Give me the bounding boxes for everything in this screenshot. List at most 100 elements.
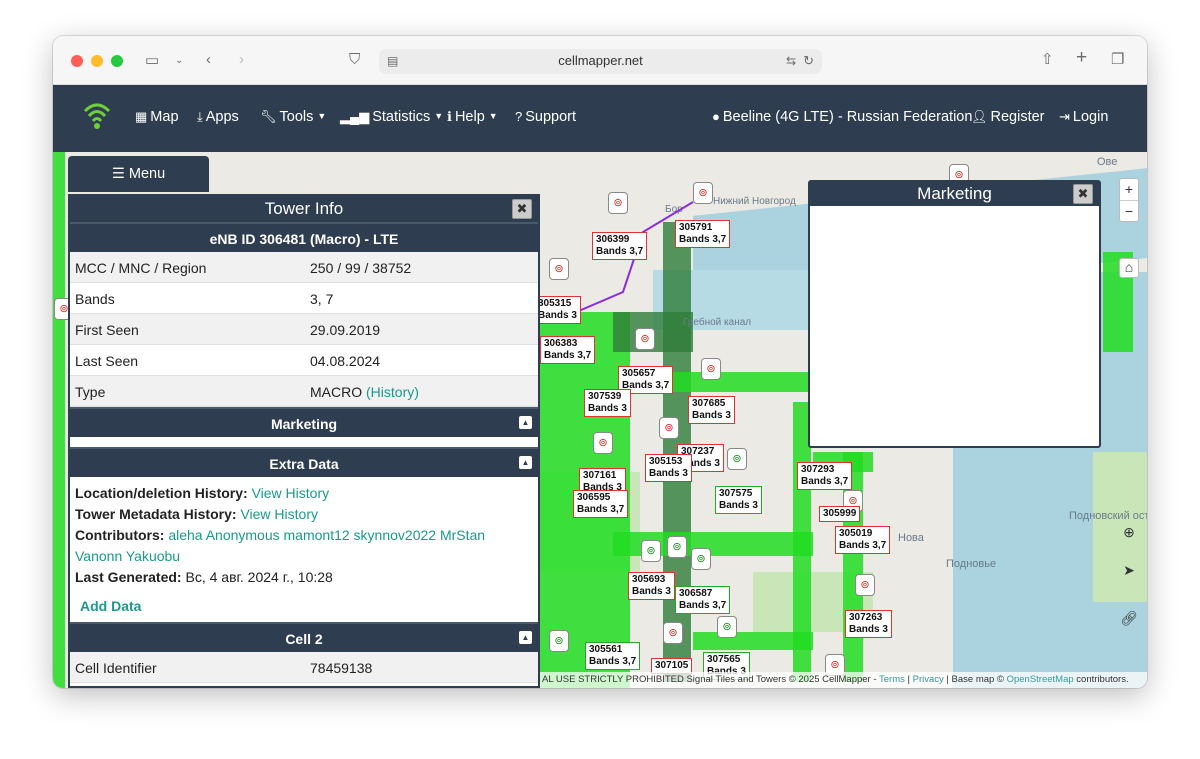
browser-window: ▭ ⌄ ‹ › ⛉ ▤ cellmapper.net ⇆ ↻ ⇧ + ❐ ▦ Ma… — [53, 36, 1147, 688]
tower-label[interactable]: 307263 Bands 3 — [845, 610, 892, 638]
add-data-button[interactable]: Add Data — [70, 592, 538, 622]
home-icon[interactable]: ⌂ — [1119, 258, 1139, 278]
cellmapper-logo-icon[interactable] — [83, 101, 111, 131]
locate-arrow-icon[interactable]: ➤ — [1119, 562, 1139, 582]
privacy-link[interactable]: Privacy — [913, 674, 944, 685]
nav-register[interactable]: 👤︎ Register — [971, 109, 1045, 125]
type-history-link[interactable]: (History) — [366, 384, 419, 400]
nav-map[interactable]: ▦ Map — [135, 109, 179, 125]
nav-tools[interactable]: 🔧︎ Tools ▼ — [260, 109, 326, 125]
minimize-window-button[interactable] — [91, 55, 103, 67]
close-window-button[interactable] — [71, 55, 83, 67]
tower-label[interactable]: 307685 Bands 3 — [688, 396, 735, 424]
terms-link[interactable]: Terms — [879, 674, 905, 685]
tower-pin[interactable]: ⊚ — [608, 192, 628, 214]
sidebar-icon[interactable]: ▭ — [145, 52, 159, 70]
link-icon[interactable]: 🔗︎ — [1119, 610, 1139, 630]
tower-label[interactable]: 305019 Bands 3,7 — [835, 526, 891, 554]
nav-help[interactable]: ℹ Help ▼ — [447, 109, 498, 125]
shield-icon[interactable]: ⛉ — [349, 51, 360, 69]
collapse-icon[interactable]: ▲ — [519, 631, 532, 644]
tower-label[interactable]: 305153 Bands 3 — [645, 454, 692, 482]
nav-network-selector[interactable]: ● Beeline (4G LTE) - Russian Federation — [712, 109, 972, 125]
tower-label[interactable]: 306399 Bands 3,7 — [592, 232, 648, 260]
sign-in-icon: ⇥ — [1059, 109, 1070, 124]
map-label: Ове — [1097, 156, 1118, 168]
signal-bars-icon: ▂▄▆ — [340, 109, 370, 124]
share-icon[interactable]: ⇧ — [1041, 51, 1054, 69]
tower-pin[interactable]: ⊚ — [635, 328, 655, 350]
tower-label[interactable]: 305561 Bands 3,7 — [585, 642, 641, 670]
tower-label[interactable]: 305315 Bands 3 — [535, 296, 581, 324]
tower-label[interactable]: 305999 — [819, 506, 861, 522]
collapse-icon[interactable]: ▲ — [519, 416, 532, 429]
tower-pin[interactable]: ⊚ — [593, 432, 613, 454]
zoom-search-icon[interactable]: ⊕ — [1119, 524, 1139, 544]
tower-pin[interactable]: ⊚ — [691, 548, 711, 570]
tower-label[interactable]: 307539 Bands 3 — [584, 389, 631, 417]
caret-down-icon: ▼ — [434, 111, 444, 121]
extra-data-section-header[interactable]: Extra Data ▲ — [70, 447, 538, 477]
tower-label[interactable]: 306383 Bands 3,7 — [540, 336, 596, 364]
zoom-control: + − — [1119, 178, 1139, 222]
location-history-link[interactable]: View History — [252, 485, 330, 501]
metadata-history-link[interactable]: View History — [240, 506, 318, 522]
tower-label[interactable]: 306595 Bands 3,7 — [573, 490, 629, 518]
osm-link[interactable]: OpenStreetMap — [1007, 674, 1074, 685]
browser-toolbar: ▭ ⌄ ‹ › ⛉ ▤ cellmapper.net ⇆ ↻ ⇧ + ❐ — [53, 36, 1147, 85]
nav-login[interactable]: ⇥ Login — [1059, 109, 1108, 125]
chevron-down-icon[interactable]: ⌄ — [175, 52, 183, 70]
map-label: Подновский остров — [1069, 510, 1147, 522]
question-icon: ? — [515, 109, 523, 124]
reload-icon[interactable]: ↻ — [803, 52, 814, 70]
nav-statistics[interactable]: ▂▄▆ Statistics ▼ — [340, 109, 443, 125]
tower-label[interactable]: 305791 Bands 3,7 — [675, 220, 731, 248]
tabs-overview-icon[interactable]: ❐ — [1111, 51, 1124, 69]
tower-label[interactable]: 307293 Bands 3,7 — [797, 462, 853, 490]
tower-pin[interactable]: ⊚ — [701, 358, 721, 380]
close-icon[interactable]: ✖ — [1073, 184, 1093, 204]
new-tab-icon[interactable]: + — [1076, 48, 1087, 67]
tower-pin[interactable]: ⊚ — [549, 630, 569, 652]
map-icon: ▦ — [135, 109, 148, 124]
tower-info-title: Tower Info ✖ — [70, 196, 538, 222]
tower-info-panel: Tower Info ✖ eNB ID 306481 (Macro) - LTE… — [68, 194, 540, 688]
wrench-icon: 🔧︎ — [260, 109, 277, 124]
menu-button[interactable]: ☰ Menu — [68, 156, 209, 192]
marketing-title: Marketing ✖ — [810, 182, 1099, 206]
info-row: Bands 3, 7 — [70, 283, 538, 314]
tower-pin[interactable]: ⊚ — [641, 540, 661, 562]
back-icon[interactable]: ‹ — [206, 51, 211, 69]
forward-icon[interactable]: › — [239, 51, 244, 69]
cell-row: Cell Identifier 78459138 — [70, 652, 538, 683]
tower-pin[interactable]: ⊚ — [659, 417, 679, 439]
tower-pin[interactable]: ⊚ — [667, 536, 687, 558]
tower-pin[interactable]: ⊚ — [717, 616, 737, 638]
zoom-out-button[interactable]: − — [1120, 200, 1138, 221]
coverage-tile — [53, 152, 65, 688]
collapse-icon[interactable]: ▲ — [519, 456, 532, 469]
translate-icon[interactable]: ⇆ — [786, 52, 796, 70]
info-icon: ℹ — [447, 109, 452, 124]
zoom-in-button[interactable]: + — [1120, 179, 1138, 200]
nav-support[interactable]: ? Support — [515, 109, 576, 125]
caret-down-icon: ▼ — [488, 111, 498, 121]
zoom-window-button[interactable] — [111, 55, 123, 67]
tower-label[interactable]: 305693 Bands 3 — [628, 572, 675, 600]
site-navbar: ▦ Map ⤓ Apps 🔧︎ Tools ▼ ▂▄▆ Statistics ▼ ℹ Help… — [53, 85, 1147, 152]
tower-pin[interactable]: ⊚ — [549, 258, 569, 280]
nav-apps[interactable]: ⤓ Apps — [197, 109, 239, 125]
marketing-section-header[interactable]: Marketing ▲ — [70, 407, 538, 437]
close-icon[interactable]: ✖ — [512, 199, 532, 219]
user-plus-icon: 👤︎ — [971, 109, 988, 124]
address-bar[interactable]: ▤ cellmapper.net ⇆ ↻ — [379, 49, 822, 74]
tower-pin[interactable]: ⊚ — [693, 182, 713, 204]
extra-data-content: Location/deletion History: View History … — [75, 485, 486, 585]
tower-pin[interactable]: ⊚ — [663, 622, 683, 644]
tower-label[interactable]: 306587 Bands 3,7 — [675, 586, 731, 614]
cell-section-header[interactable]: Cell 2 ▲ — [70, 622, 538, 652]
tower-pin[interactable]: ⊚ — [855, 574, 875, 596]
tower-label[interactable]: 307575 Bands 3 — [715, 486, 762, 514]
tower-pin[interactable]: ⊚ — [727, 448, 747, 470]
coverage-tile — [693, 632, 813, 650]
